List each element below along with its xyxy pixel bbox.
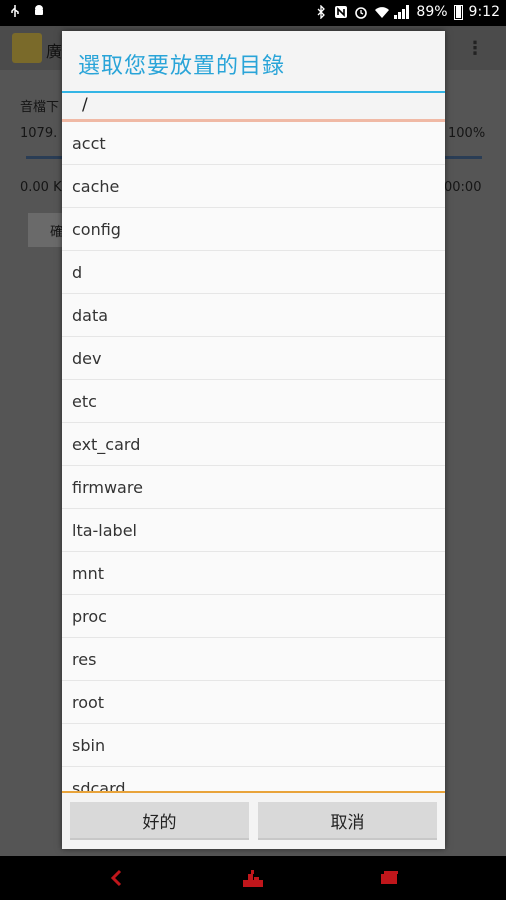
- navigation-bar: [0, 856, 506, 900]
- current-path-field[interactable]: /: [62, 93, 445, 119]
- recent-apps-icon[interactable]: [376, 866, 402, 890]
- current-path: /: [82, 95, 88, 115]
- directory-item[interactable]: proc: [62, 595, 445, 638]
- directory-list[interactable]: acct cache config d data dev etc ext_car…: [62, 122, 445, 792]
- directory-item[interactable]: mnt: [62, 552, 445, 595]
- background-label: 音檔下: [20, 100, 60, 115]
- battery-icon: [453, 4, 463, 20]
- nfc-icon: [334, 5, 348, 19]
- ok-button[interactable]: 好的: [70, 802, 249, 840]
- back-icon[interactable]: [104, 866, 130, 890]
- directory-item[interactable]: sdcard: [62, 767, 445, 792]
- clock: 9:12: [468, 4, 500, 20]
- usb-icon: [8, 4, 22, 18]
- directory-item[interactable]: ext_card: [62, 423, 445, 466]
- directory-item[interactable]: firmware: [62, 466, 445, 509]
- directory-item[interactable]: data: [62, 294, 445, 337]
- status-bar: 89% 9:12: [0, 0, 506, 26]
- battery-percent: 89%: [416, 4, 448, 20]
- directory-item[interactable]: root: [62, 681, 445, 724]
- signal-icon: [394, 5, 410, 19]
- background-speed: 0.00 K: [20, 180, 62, 195]
- background-percent: 100%: [448, 126, 486, 141]
- overflow-menu-icon: ⋮: [466, 38, 484, 59]
- dialog-button-bar: 好的 取消: [62, 793, 445, 849]
- background-time: 00:00: [444, 180, 482, 195]
- alarm-icon: [354, 5, 368, 19]
- dialog-title: 選取您要放置的目錄: [78, 54, 286, 79]
- android-icon: [32, 4, 46, 18]
- background-app-title: 廣: [46, 42, 63, 61]
- background-size: 1079.: [20, 126, 58, 141]
- home-icon[interactable]: [240, 866, 266, 890]
- cancel-button[interactable]: 取消: [258, 802, 437, 840]
- directory-item[interactable]: cache: [62, 165, 445, 208]
- wifi-icon: [374, 5, 390, 19]
- directory-chooser-dialog: 選取您要放置的目錄 / acct cache config d data dev…: [62, 31, 445, 849]
- directory-item[interactable]: config: [62, 208, 445, 251]
- bluetooth-icon: [314, 4, 328, 20]
- directory-item[interactable]: res: [62, 638, 445, 681]
- directory-item[interactable]: sbin: [62, 724, 445, 767]
- directory-item[interactable]: etc: [62, 380, 445, 423]
- directory-item[interactable]: dev: [62, 337, 445, 380]
- app-logo-icon: [12, 33, 42, 63]
- directory-item[interactable]: acct: [62, 122, 445, 165]
- directory-item[interactable]: lta-label: [62, 509, 445, 552]
- directory-item[interactable]: d: [62, 251, 445, 294]
